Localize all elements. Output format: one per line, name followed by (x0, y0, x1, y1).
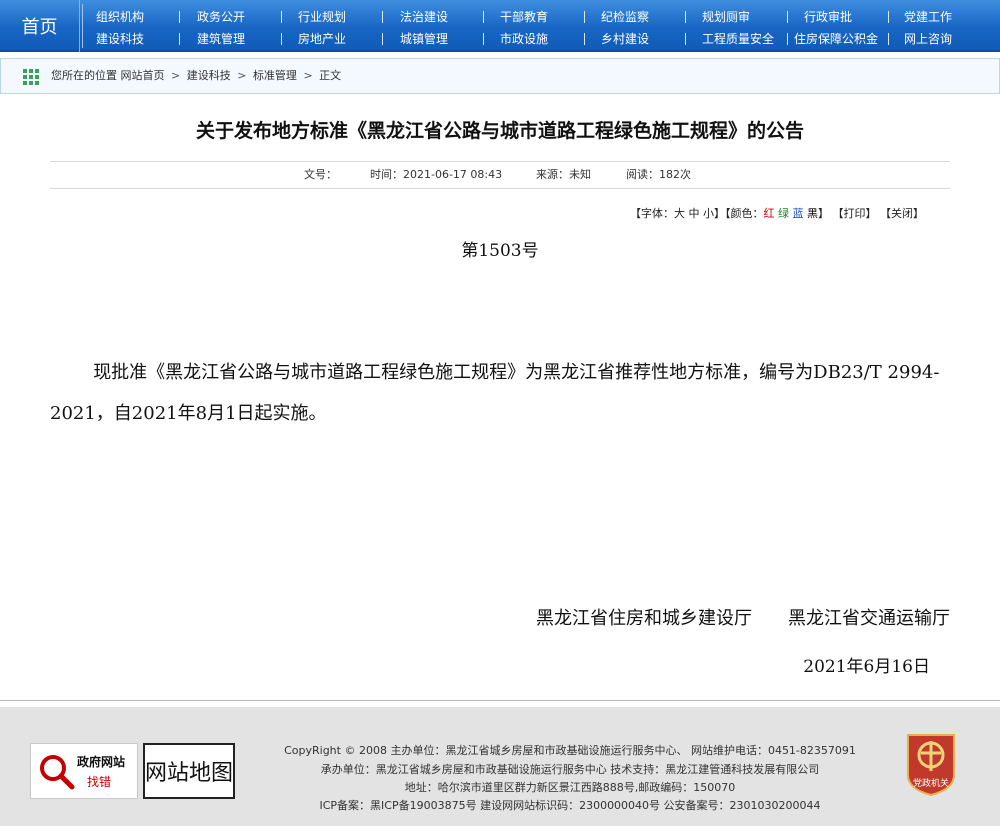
breadcrumb-arrow: > (171, 69, 181, 82)
footer-icp: ICP备案：黑ICP备19003875号 建设网网站标识码：2300000040… (319, 799, 821, 812)
nav-item-construction-tech[interactable]: 建设科技 (96, 28, 144, 50)
print-button[interactable]: 【打印】 (833, 207, 877, 220)
font-medium-button[interactable]: 中 (689, 207, 700, 220)
footer-divider (0, 700, 1000, 701)
nav-row-1: 组织机构 政务公开 行业规划 法治建设 干部教育 纪检监察 规划厕审 行政审批 … (82, 6, 1000, 28)
breadcrumb-construction-tech[interactable]: 建设科技 (187, 69, 231, 82)
nav-separator (787, 11, 788, 23)
nav-item-online-consult[interactable]: 网上咨询 (904, 28, 952, 50)
nav-item-rule-of-law[interactable]: 法治建设 (400, 6, 448, 28)
breadcrumb-home[interactable]: 网站首页 (121, 69, 165, 82)
party-badge-label: 党政机关 (913, 777, 949, 789)
article-meta: 文号： 时间：2021-06-17 08:43 来源：未知 阅读：182次 (0, 165, 1000, 185)
article-title: 关于发布地方标准《黑龙江省公路与城市道路工程绿色施工规程》的公告 (195, 120, 804, 142)
nav-separator (179, 11, 180, 23)
nav-item-town-mgmt[interactable]: 城镇管理 (400, 28, 448, 50)
nav-separator (888, 11, 889, 23)
nav-item-building-mgmt[interactable]: 建筑管理 (197, 28, 245, 50)
nav-separator (281, 11, 282, 23)
nav-item-housing-fund[interactable]: 住房保障公积金 (794, 28, 878, 50)
font-large-button[interactable]: 大 (674, 207, 685, 220)
color-red-button[interactable]: 红 (764, 207, 775, 220)
bracket-close: 】 (818, 207, 829, 220)
nav-separator (281, 33, 282, 45)
nav-separator (483, 11, 484, 23)
close-button[interactable]: 【关闭】 (880, 207, 924, 220)
breadcrumb-prefix: 您所在的位置 (51, 69, 117, 82)
signer-transport-dept: 黑龙江省交通运输厅 (788, 608, 950, 629)
nav-item-gov-affairs[interactable]: 政务公开 (197, 6, 245, 28)
nav-home[interactable]: 首页 (0, 0, 80, 52)
breadcrumb-current: 正文 (319, 69, 342, 82)
meta-time: 时间：2021-06-17 08:43 (370, 168, 503, 181)
nav-separator (888, 33, 889, 45)
nav-item-org[interactable]: 组织机构 (96, 6, 144, 28)
signed-date: 2021年6月16日 (803, 657, 930, 677)
nav-separator (685, 11, 686, 23)
party-government-emblem-icon[interactable]: 党政机关 (904, 731, 958, 797)
breadcrumb-arrow: > (237, 69, 247, 82)
color-blue-button[interactable]: 蓝 (793, 207, 804, 220)
signer-housing-dept: 黑龙江省住房和城乡建设厅 (536, 608, 752, 629)
report-error-title: 政府网站 (77, 755, 126, 769)
nav-row-2: 建设科技 建筑管理 房地产业 城镇管理 市政设施 乡村建设 工程质量安全 住房保… (82, 28, 1000, 50)
nav-menu: 组织机构 政务公开 行业规划 法治建设 干部教育 纪检监察 规划厕审 行政审批 … (82, 0, 1000, 52)
article-tools: 【字体：大 中 小】【颜色：红 绿 蓝 黑】 【打印】 【关闭】 (630, 205, 924, 223)
nav-item-real-estate[interactable]: 房地产业 (298, 28, 346, 50)
report-error-sub: 找错 (87, 775, 112, 789)
nav-item-quality-safety[interactable]: 工程质量安全 (702, 28, 774, 50)
color-black-button[interactable]: 黑 (807, 207, 818, 220)
footer-address: 地址：哈尔滨市道里区群力新区景江西路888号,邮政编码：150070 (404, 781, 736, 794)
breadcrumb-arrow: > (303, 69, 313, 82)
nav-separator (179, 33, 180, 45)
magnifier-icon (40, 755, 75, 790)
nav-separator (685, 33, 686, 45)
bracket-close: 】 (714, 207, 725, 220)
nav-separator (787, 33, 788, 45)
nav-item-rural[interactable]: 乡村建设 (601, 28, 649, 50)
report-error-badge[interactable]: 政府网站 找错 (30, 743, 138, 799)
meta-docno: 文号： (304, 168, 337, 181)
breadcrumb-bar: 您所在的位置 网站首页 > 建设科技 > 标准管理 > 正文 (0, 58, 1000, 94)
nav-item-cadre-education[interactable]: 干部教育 (500, 6, 548, 28)
divider (50, 161, 950, 162)
nav-separator (584, 33, 585, 45)
footer-copyright: CopyRight © 2008 主办单位：黑龙江省城乡房屋和市政基础设施运行服… (284, 744, 856, 757)
nav-item-planning[interactable]: 行业规划 (298, 6, 346, 28)
article-body: 现批准《黑龙江省公路与城市道路工程绿色施工规程》为黑龙江省推荐性地方标准，编号为… (50, 362, 940, 424)
nav-separator (382, 11, 383, 23)
color-label: 【颜色： (725, 207, 764, 220)
breadcrumb-standards[interactable]: 标准管理 (253, 69, 297, 82)
top-navigation: 首页 组织机构 政务公开 行业规划 法治建设 干部教育 纪检监察 规划厕审 行政… (0, 0, 1000, 52)
document-number: 第1503号 (461, 241, 539, 261)
nav-item-discipline[interactable]: 纪检监察 (601, 6, 649, 28)
nav-item-admin-approval[interactable]: 行政审批 (804, 6, 852, 28)
nav-item-municipal[interactable]: 市政设施 (500, 28, 548, 50)
footer: 政府网站 找错 网站地图 CopyRight © 2008 主办单位：黑龙江省城… (0, 707, 1000, 826)
footer-organizer: 承办单位：黑龙江省城乡房屋和市政基础设施运行服务中心 技术支持：黑龙江建管通科技… (320, 763, 820, 776)
meta-views: 阅读：182次 (626, 168, 691, 181)
nav-item-plan-review[interactable]: 规划厕审 (702, 6, 750, 28)
nav-separator (483, 33, 484, 45)
grid-icon (23, 69, 39, 85)
nav-separator (382, 33, 383, 45)
meta-source: 来源：未知 (536, 168, 591, 181)
nav-item-party-building[interactable]: 党建工作 (904, 6, 952, 28)
sitemap-badge[interactable]: 网站地图 (143, 743, 235, 799)
font-size-label: 【字体： (630, 207, 674, 220)
nav-separator (584, 11, 585, 23)
color-green-button[interactable]: 绿 (778, 207, 789, 220)
breadcrumb: 您所在的位置 网站首页 > 建设科技 > 标准管理 > 正文 (51, 59, 341, 93)
divider (50, 188, 950, 189)
font-small-button[interactable]: 小 (703, 207, 714, 220)
signers: 黑龙江省住房和城乡建设厅 黑龙江省交通运输厅 (536, 604, 950, 630)
